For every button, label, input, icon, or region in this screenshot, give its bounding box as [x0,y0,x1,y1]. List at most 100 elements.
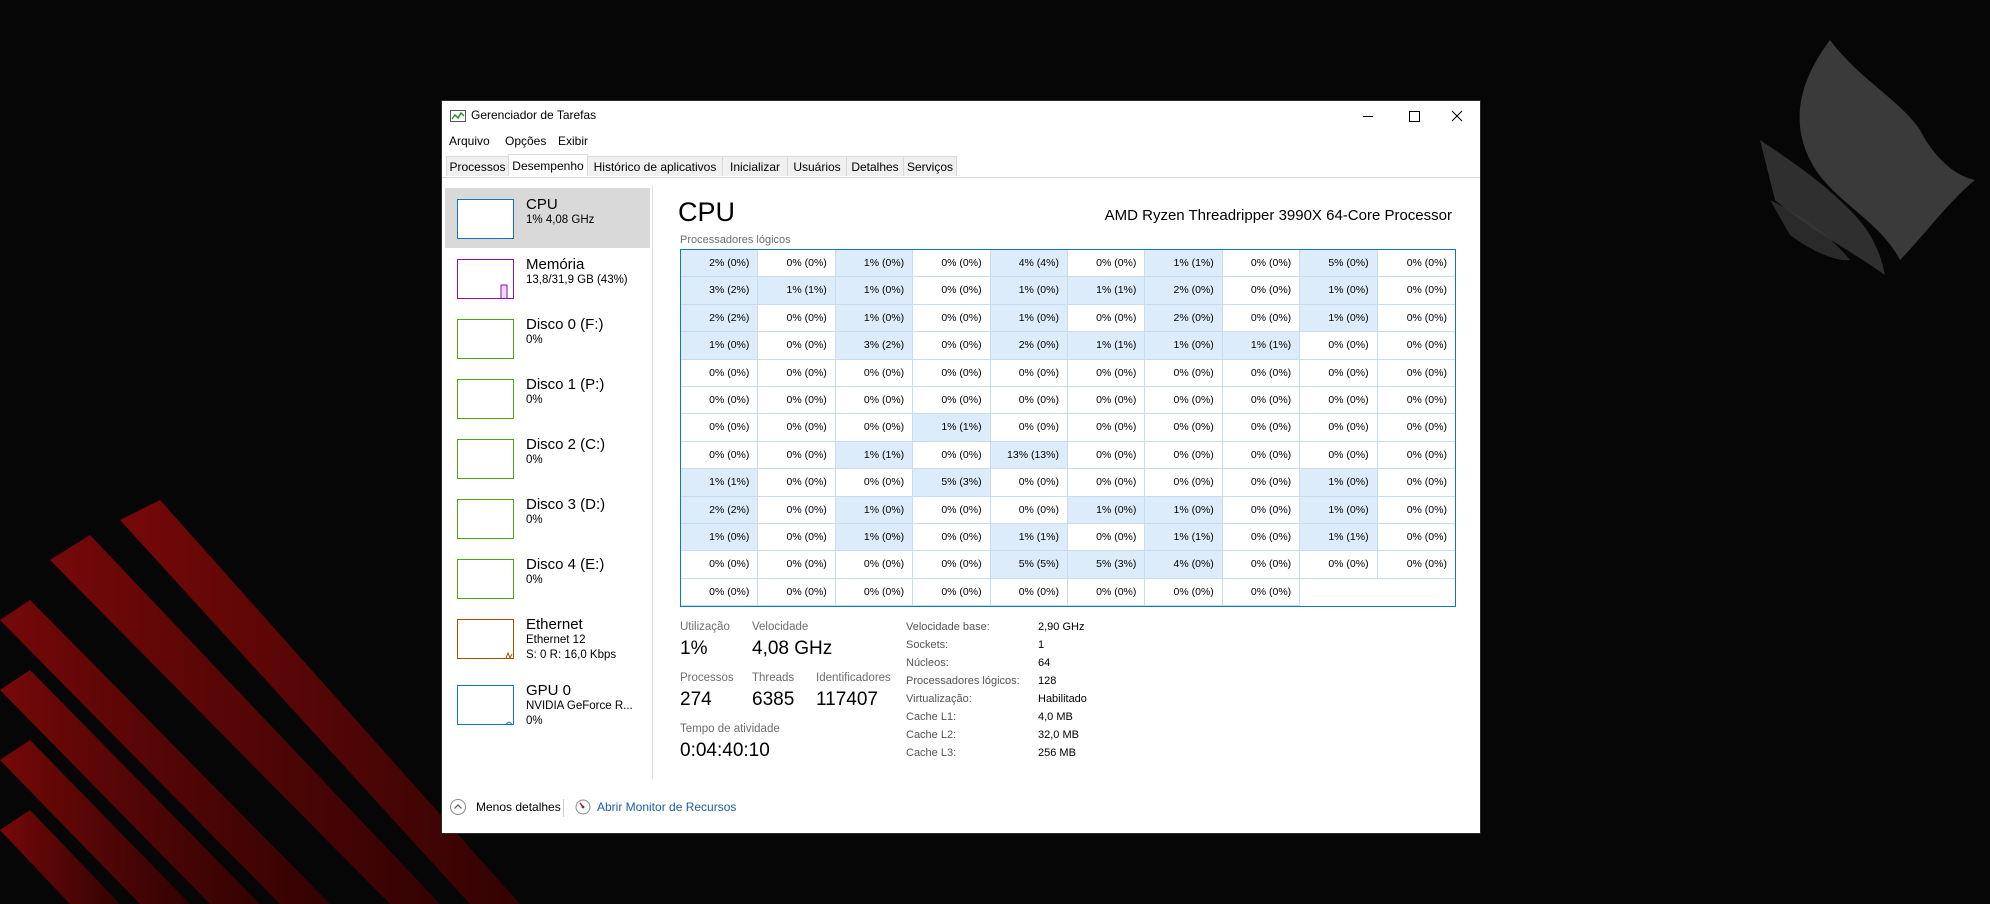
chevron-up-circle-icon [450,799,466,815]
detail-value: 2,90 GHz [1038,621,1085,633]
logical-processor-cell: 3% (2%) [835,332,914,360]
logical-processor-cell: 2% (0%) [681,250,759,278]
logical-processor-cell: 0% (0%) [1377,305,1455,333]
logical-processor-cell: 1% (1%) [1068,277,1146,305]
sidebar-item-sub: 0% [526,454,543,466]
logical-processor-cell: 0% (0%) [758,414,836,442]
logical-processor-cell: 0% (0%) [1145,441,1223,470]
minimize-button[interactable] [1345,101,1391,131]
tab-strip: Processos Desempenho Histórico de aplica… [442,154,1480,178]
logical-processor-cell: 0% (0%) [1222,496,1301,524]
sidebar-item-gpu-0[interactable]: GPU 0 NVIDIA GeForce R... 0% [445,674,650,734]
logical-processor-cell: 2% (0%) [990,332,1068,360]
logical-processor-cell: 1% (1%) [1222,332,1301,360]
menu-opcoes[interactable]: Opções [505,134,546,148]
sidebar-item-sub: 0% [526,394,543,406]
handles-value: 117407 [816,689,878,710]
uptime-value: 0:04:40:10 [680,740,770,761]
sidebar-item-name: Memória [526,256,585,273]
logical-processor-cell: 0% (0%) [1068,578,1146,607]
logical-processor-cell: 0% (0%) [1068,524,1146,552]
sidebar-item-disco-4-e-[interactable]: Disco 4 (E:) 0% [445,548,650,608]
sidebar-graph-thumbnail [457,379,514,419]
logical-processor-cell: 3% (2%) [681,277,759,305]
detail-key: Virtualização: [906,693,972,705]
sidebar-item-disco-0-f-[interactable]: Disco 0 (F:) 0% [445,308,650,368]
sidebar-item-name: Disco 2 (C:) [526,436,606,453]
logical-processor-cell: 0% (0%) [1068,250,1146,278]
sidebar-item-disco-1-p-[interactable]: Disco 1 (P:) 0% [445,368,650,428]
sidebar-item-mem-ria[interactable]: Memória 13,8/31,9 GB (43%) [445,248,650,308]
maximize-icon [1409,111,1420,122]
logical-processor-cell: 0% (0%) [913,277,991,305]
logical-processor-cell: 0% (0%) [758,304,836,333]
less-details-button[interactable] [450,799,466,815]
sidebar-item-sub: 0% [526,514,543,526]
tab-processos[interactable]: Processos [446,156,509,176]
sidebar-item-name: Disco 1 (P:) [526,376,605,393]
logical-processor-cell: 0% (0%) [1145,359,1223,387]
speed-label: Velocidade [752,621,809,633]
sidebar-graph-thumbnail [457,319,514,359]
sidebar-item-sub: Ethernet 12 [526,634,586,646]
minimize-icon [1363,116,1373,117]
logical-processor-cell: 0% (0%) [913,551,991,579]
maximize-button[interactable] [1391,101,1437,131]
logical-processor-cell: 0% (0%) [758,551,836,579]
logical-processor-cell: 0% (0%) [990,414,1068,442]
sidebar-item-sub: 0% [526,334,543,346]
tab-historico[interactable]: Histórico de aplicativos [587,156,723,176]
close-button[interactable] [1434,101,1480,131]
logical-processor-cell: 5% (3%) [913,469,991,497]
logical-processor-cell: 1% (0%) [681,524,759,552]
logical-processor-cell: 0% (0%) [913,250,991,278]
sidebar-graph-thumbnail [457,199,514,239]
detail-key: Cache L1: [906,711,957,723]
sidebar-item-sub2: 0% [526,715,543,727]
title-bar[interactable]: Gerenciador de Tarefas [442,101,1480,131]
logical-processor-cell: 0% (0%) [1377,277,1455,305]
logical-processor-cell: 0% (0%) [1377,414,1455,442]
tab-detalhes[interactable]: Detalhes [846,156,904,176]
logical-processor-cell: 1% (1%) [913,414,991,442]
menu-exibir[interactable]: Exibir [558,134,588,148]
logical-processor-cell: 0% (0%) [1377,332,1455,360]
logical-processor-cell: 1% (0%) [1068,496,1146,524]
sidebar-item-name: Disco 3 (D:) [526,496,606,513]
footer-bar: Menos detalhes Abrir Monitor de Recursos [442,789,1480,829]
detail-value: 64 [1038,657,1051,669]
logical-processor-cell: 0% (0%) [1068,441,1146,470]
open-resource-monitor-link[interactable]: Abrir Monitor de Recursos [597,800,736,814]
processes-value: 274 [680,689,712,710]
sidebar-item-ethernet[interactable]: Ethernet Ethernet 12 S: 0 R: 16,0 Kbps [445,608,650,668]
tab-usuarios[interactable]: Usuários [787,156,847,176]
logical-processor-cell: 0% (0%) [1068,469,1146,497]
sidebar-item-cpu[interactable]: CPU 1% 4,08 GHz [445,188,650,248]
sidebar-item-sub: 0% [526,574,543,586]
logical-processor-cell: 2% (0%) [1145,304,1223,333]
sidebar-item-disco-3-d-[interactable]: Disco 3 (D:) 0% [445,488,650,548]
logical-processor-cell: 0% (0%) [1222,414,1301,442]
detail-key: Velocidade base: [906,621,990,633]
logical-processor-cell: 0% (0%) [1145,469,1223,497]
footer-divider [563,799,564,817]
resource-monitor-icon [575,799,591,815]
uptime-label: Tempo de atividade [680,723,780,735]
logical-processor-cell: 1% (0%) [681,332,759,360]
sidebar-item-disco-2-c-[interactable]: Disco 2 (C:) 0% [445,428,650,488]
logical-processor-cell: 0% (0%) [1222,578,1301,607]
sidebar-graph-thumbnail [457,439,514,479]
logical-processor-cell: 0% (0%) [1300,551,1378,579]
logical-processor-cell: 0% (0%) [758,359,836,387]
menu-arquivo[interactable]: Arquivo [449,134,490,148]
less-details-link[interactable]: Menos detalhes [476,800,561,814]
detail-value: Habilitado [1038,693,1087,705]
logical-processors-caption: Processadores lógicos [680,234,791,246]
tab-servicos[interactable]: Serviços [903,156,957,176]
logical-processor-cell: 0% (0%) [1222,551,1301,579]
tab-desempenho[interactable]: Desempenho [508,154,588,176]
logical-processor-cell: 2% (0%) [1145,277,1223,305]
tab-inicializar[interactable]: Inicializar [722,156,788,176]
logical-processor-cell: 13% (13%) [990,441,1068,470]
logical-processor-cell: 0% (0%) [1145,578,1223,607]
